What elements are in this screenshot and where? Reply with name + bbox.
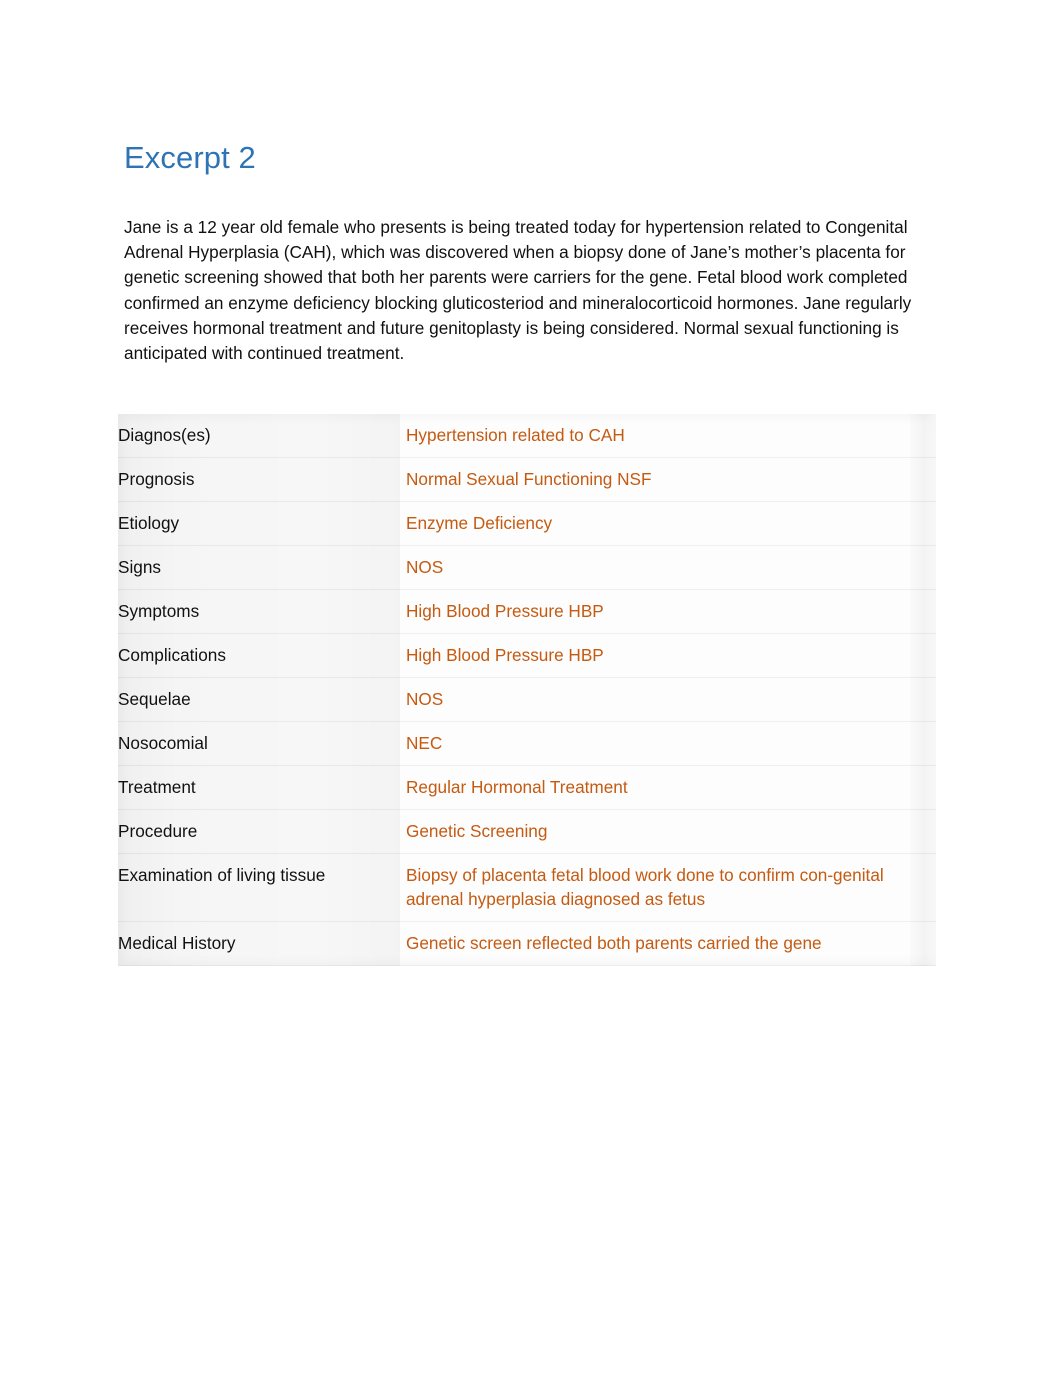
table-cell-value: High Blood Pressure HBP <box>406 645 604 665</box>
document-page: Excerpt 2 Jane is a 12 year old female w… <box>0 0 1062 1376</box>
table-cell-value: NOS <box>406 689 444 709</box>
table-cell-value: Enzyme Deficiency <box>406 513 553 533</box>
table-cell-value: Genetic screen reflected both parents ca… <box>406 933 822 953</box>
table-row: Symptoms High Blood Pressure HBP <box>118 590 936 634</box>
table-row: Prognosis Normal Sexual Functioning NSF <box>118 458 936 502</box>
medical-terms-table-body: Diagnos(es) Hypertension related to CAH Pr… <box>118 414 936 966</box>
table-row: Complications High Blood Pressure HBP <box>118 634 936 678</box>
table-row: Etiology Enzyme Deficiency <box>118 502 936 546</box>
page-title: Excerpt 2 <box>124 140 256 175</box>
table-cell-value: NEC <box>406 733 443 753</box>
table-cell-value: Biopsy of placenta fetal blood work done… <box>406 865 884 909</box>
table-cell-value: Regular Hormonal Treatment <box>406 777 628 797</box>
table-row: Examination of living tissue Biopsy of pl… <box>118 854 936 922</box>
table-cell-label: Procedure <box>118 821 198 841</box>
table-cell-label: Medical History <box>118 933 236 953</box>
table-cell-label: Examination of living tissue <box>118 865 326 885</box>
table-cell-value: High Blood Pressure HBP <box>406 601 604 621</box>
table-cell-value: Genetic Screening <box>406 821 548 841</box>
table-cell-label: Prognosis <box>118 469 195 489</box>
table-cell-label: Complications <box>118 645 226 665</box>
table-cell-label: Nosocomial <box>118 733 208 753</box>
medical-terms-table: Diagnos(es) Hypertension related to CAH Pr… <box>118 414 936 966</box>
table-cell-label: Symptoms <box>118 601 200 621</box>
table-row: Sequelae NOS <box>118 678 936 722</box>
table-cell-value: Hypertension related to CAH <box>406 425 625 445</box>
medical-terms-table-grid: Diagnos(es) Hypertension related to CAH Pr… <box>118 414 936 966</box>
table-row: Signs NOS <box>118 546 936 590</box>
table-cell-value: Normal Sexual Functioning NSF <box>406 469 652 489</box>
table-cell-label: Signs <box>118 557 161 577</box>
table-row: Procedure Genetic Screening <box>118 810 936 854</box>
table-row: Treatment Regular Hormonal Treatment <box>118 766 936 810</box>
table-row: Diagnos(es) Hypertension related to CAH <box>118 414 936 458</box>
table-cell-label: Treatment <box>118 777 196 797</box>
table-cell-label: Etiology <box>118 513 180 533</box>
table-row: Nosocomial NEC <box>118 722 936 766</box>
table-cell-label: Sequelae <box>118 689 191 709</box>
table-row: Medical History Genetic screen reflected … <box>118 922 936 966</box>
table-cell-value: NOS <box>406 557 444 577</box>
table-cell-label: Diagnos(es) <box>118 425 211 445</box>
case-narrative-paragraph: Jane is a 12 year old female who present… <box>124 217 912 364</box>
